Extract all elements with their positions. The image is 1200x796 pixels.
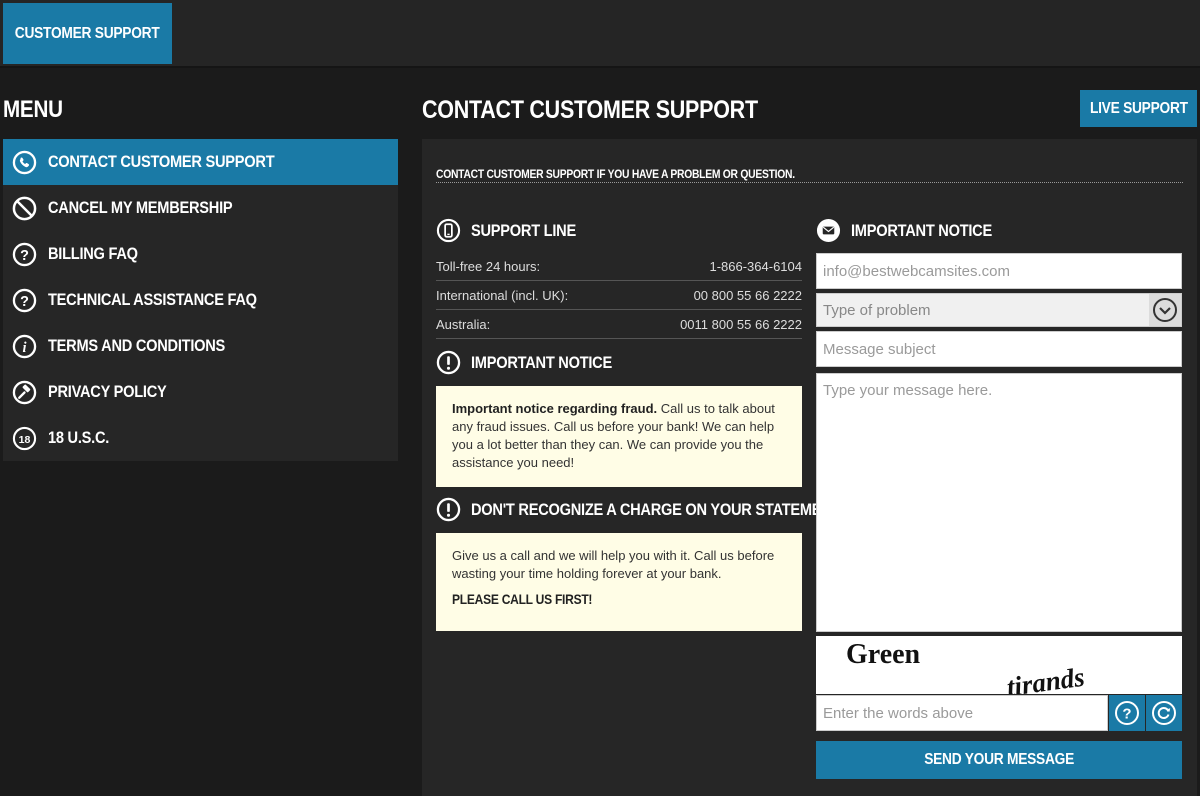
support-line-heading: SUPPORT LINE bbox=[436, 218, 593, 243]
info-icon: i bbox=[12, 334, 37, 358]
captcha-word-2: tirands bbox=[1005, 662, 1086, 694]
problem-type-select[interactable]: Type of problem bbox=[816, 293, 1182, 327]
send-message-label: SEND YOUR MESSAGE bbox=[924, 751, 1074, 768]
sidebar-menu: CONTACT CUSTOMER SUPPORT CANCEL MY MEMBE… bbox=[3, 139, 398, 461]
support-row-value: 0011 800 55 66 2222 bbox=[680, 316, 802, 332]
support-line-table: Toll-free 24 hours: 1-866-364-6104 Inter… bbox=[436, 252, 802, 339]
contact-panel: CONTACT CUSTOMER SUPPORT IF YOU HAVE A P… bbox=[422, 139, 1197, 796]
captcha-help-button[interactable]: ? bbox=[1109, 695, 1145, 731]
support-row: Australia: 0011 800 55 66 2222 bbox=[436, 310, 802, 339]
sidebar-item-privacy-policy[interactable]: PRIVACY POLICY bbox=[3, 369, 398, 415]
svg-text:i: i bbox=[22, 339, 26, 355]
sidebar-item-label: TERMS AND CONDITIONS bbox=[48, 336, 226, 355]
svg-text:?: ? bbox=[20, 247, 29, 263]
sidebar-item-billing-faq[interactable]: ? BILLING FAQ bbox=[3, 231, 398, 277]
refresh-icon bbox=[1152, 701, 1176, 725]
sidebar-item-contact-customer-support[interactable]: CONTACT CUSTOMER SUPPORT bbox=[3, 139, 398, 185]
chevron-down-icon[interactable] bbox=[1149, 294, 1181, 326]
page-title: CONTACT CUSTOMER SUPPORT bbox=[422, 96, 758, 124]
sidebar-item-18-usc[interactable]: 18 18 U.S.C. bbox=[3, 415, 398, 461]
svg-text:?: ? bbox=[1122, 706, 1131, 723]
message-textarea[interactable] bbox=[816, 373, 1182, 632]
support-row-value: 00 800 55 66 2222 bbox=[693, 287, 802, 303]
gavel-icon bbox=[12, 380, 37, 404]
charge-notice-text: Give us a call and we will help you with… bbox=[452, 548, 775, 581]
sidebar-item-label: TECHNICAL ASSISTANCE FAQ bbox=[48, 290, 257, 309]
mobile-phone-icon bbox=[436, 218, 461, 243]
live-support-label: LIVE SUPPORT bbox=[1089, 99, 1188, 117]
support-row-value: 1-866-364-6104 bbox=[709, 258, 802, 274]
tab-customer-support[interactable]: CUSTOMER SUPPORT bbox=[3, 3, 172, 64]
sidebar-item-label: PRIVACY POLICY bbox=[48, 382, 167, 401]
captcha-refresh-button[interactable] bbox=[1146, 695, 1182, 731]
prohibited-icon bbox=[12, 196, 37, 220]
eighteen-icon: 18 bbox=[12, 426, 37, 450]
fraud-notice-box: Important notice regarding fraud. Call u… bbox=[436, 386, 802, 487]
tab-customer-support-label: CUSTOMER SUPPORT bbox=[15, 24, 160, 42]
important-notice-heading: IMPORTANT NOTICE bbox=[436, 350, 635, 375]
charge-notice-box: Give us a call and we will help you with… bbox=[436, 533, 802, 631]
support-row-label: Toll-free 24 hours: bbox=[436, 258, 541, 274]
sidebar-item-cancel-my-membership[interactable]: CANCEL MY MEMBERSHIP bbox=[3, 185, 398, 231]
message-subject-field[interactable] bbox=[816, 331, 1182, 367]
svg-text:?: ? bbox=[20, 293, 29, 309]
support-row: International (incl. UK): 00 800 55 66 2… bbox=[436, 281, 802, 310]
captcha-image: Green tirands bbox=[816, 636, 1182, 694]
exclamation-icon bbox=[436, 497, 461, 522]
sidebar-item-label: BILLING FAQ bbox=[48, 244, 138, 263]
support-row: Toll-free 24 hours: 1-866-364-6104 bbox=[436, 252, 802, 281]
svg-text:18: 18 bbox=[19, 433, 31, 445]
live-support-button[interactable]: LIVE SUPPORT bbox=[1080, 90, 1197, 127]
form-heading: IMPORTANT NOTICE bbox=[816, 218, 1015, 243]
menu-title: MENU bbox=[3, 96, 63, 123]
intro-text: CONTACT CUSTOMER SUPPORT IF YOU HAVE A P… bbox=[436, 165, 1183, 183]
top-bar: CUSTOMER SUPPORT bbox=[0, 0, 1200, 68]
support-row-label: International (incl. UK): bbox=[436, 287, 569, 303]
call-us-first-text: PLEASE CALL US FIRST! bbox=[452, 591, 593, 607]
fraud-notice-bold: Important notice regarding fraud. bbox=[452, 401, 658, 416]
sidebar-item-technical-assistance-faq[interactable]: ? TECHNICAL ASSISTANCE FAQ bbox=[3, 277, 398, 323]
support-row-label: Australia: bbox=[436, 316, 491, 332]
envelope-icon bbox=[816, 218, 841, 243]
phone-icon bbox=[12, 150, 37, 174]
sidebar-item-label: CANCEL MY MEMBERSHIP bbox=[48, 198, 233, 217]
sidebar-item-label: 18 U.S.C. bbox=[48, 428, 110, 447]
email-field[interactable] bbox=[816, 253, 1182, 289]
question-icon: ? bbox=[1115, 701, 1139, 725]
question-icon: ? bbox=[12, 242, 37, 266]
problem-type-value: Type of problem bbox=[823, 302, 931, 319]
sidebar-item-terms-and-conditions[interactable]: i TERMS AND CONDITIONS bbox=[3, 323, 398, 369]
exclamation-icon bbox=[436, 350, 461, 375]
captcha-input[interactable] bbox=[816, 695, 1108, 731]
sidebar-item-label: CONTACT CUSTOMER SUPPORT bbox=[48, 152, 275, 171]
captcha-word-1: Green bbox=[846, 639, 921, 670]
send-message-button[interactable]: SEND YOUR MESSAGE bbox=[816, 741, 1182, 779]
question-icon: ? bbox=[12, 288, 37, 312]
